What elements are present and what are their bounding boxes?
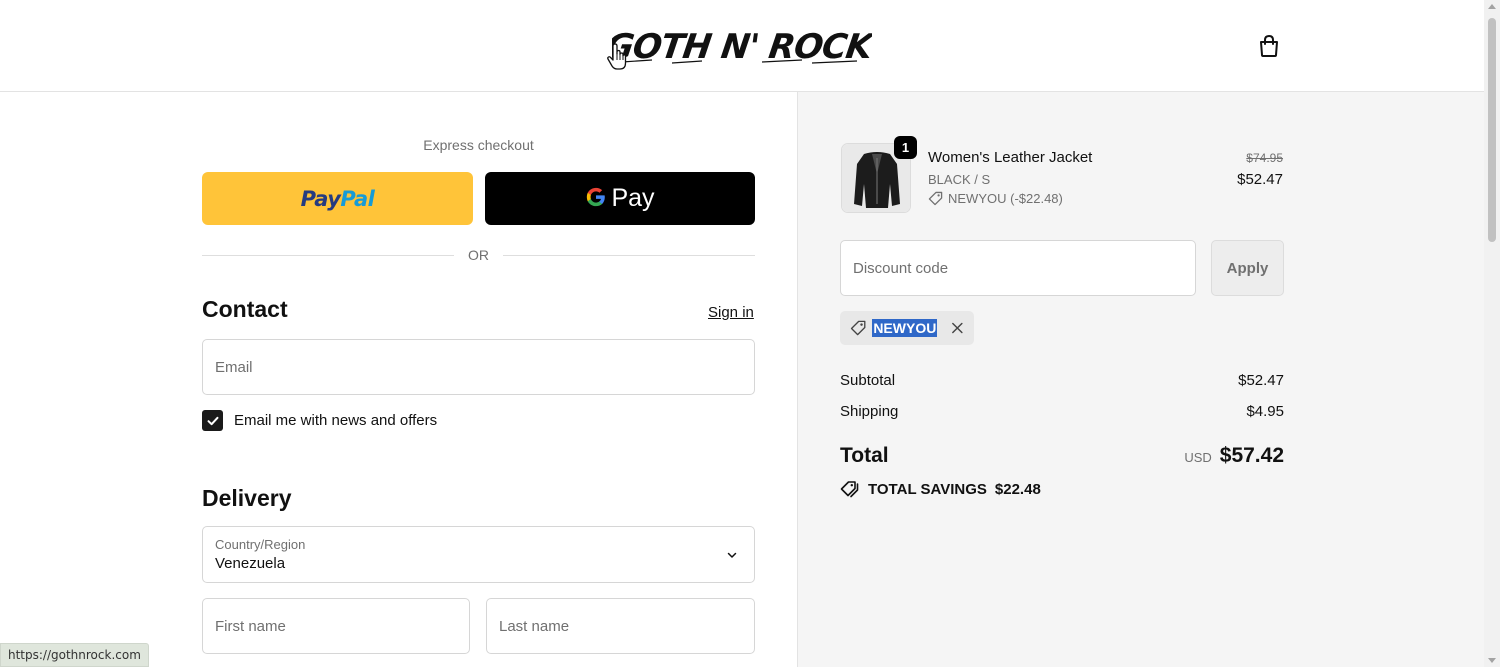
page-scrollbar[interactable] <box>1484 0 1500 667</box>
tag-icon <box>928 191 943 206</box>
product-variant: BLACK / S <box>928 172 991 187</box>
site-header: GOTH N' ROCK <box>0 0 1484 92</box>
divider-line-left <box>202 254 454 256</box>
subtotal-row: Subtotal $52.47 <box>840 372 1284 389</box>
apply-button[interactable]: Apply <box>1211 240 1284 296</box>
original-price: $74.95 <box>1246 151 1283 165</box>
or-divider: OR <box>202 245 755 265</box>
paypal-logo: PayPal <box>301 187 375 211</box>
discounted-price: $52.47 <box>1237 171 1283 188</box>
delivery-heading: Delivery <box>202 485 292 511</box>
divider-line-right <box>503 254 755 256</box>
email-field[interactable] <box>202 339 755 395</box>
country-value: Venezuela <box>215 555 286 572</box>
discount-code-input[interactable] <box>841 241 1195 295</box>
total-row: Total USD $57.42 <box>840 444 1284 468</box>
contact-heading: Contact <box>202 296 288 322</box>
paypal-logo-pay: Pay <box>300 186 341 211</box>
order-summary: 1 Women's Leather Jacket BLACK / S NEWYO… <box>797 92 1484 667</box>
total-amount: USD $57.42 <box>1184 444 1284 468</box>
checkmark-icon <box>207 416 218 425</box>
or-label: OR <box>468 247 489 263</box>
status-bar-url: https://gothnrock.com <box>0 643 149 667</box>
scroll-down-arrow-icon[interactable] <box>1488 658 1496 663</box>
quantity-badge: 1 <box>894 136 917 159</box>
paypal-button[interactable]: PayPal <box>202 172 473 225</box>
first-name-field[interactable] <box>202 598 470 654</box>
shipping-row: Shipping $4.95 <box>840 403 1284 420</box>
product-name: Women's Leather Jacket <box>928 149 1093 166</box>
subtotal-value: $52.47 <box>1238 372 1284 389</box>
discount-code-field[interactable] <box>840 240 1196 296</box>
google-pay-label: Pay <box>611 184 655 212</box>
savings-value: $22.48 <box>994 480 1041 498</box>
sign-in-link[interactable]: Sign in <box>708 304 754 321</box>
remove-discount-icon[interactable] <box>951 321 964 335</box>
email-input[interactable] <box>203 340 754 394</box>
product-discount-text: NEWYOU (-$22.48) <box>948 191 1063 206</box>
total-label: Total <box>840 444 889 467</box>
newsletter-checkbox[interactable] <box>202 410 223 431</box>
product-discount: NEWYOU (-$22.48) <box>928 191 1063 206</box>
country-label: Country/Region <box>215 537 306 552</box>
tag-icon <box>850 320 866 336</box>
last-name-input[interactable] <box>487 599 754 653</box>
savings-label: TOTAL SAVINGS <box>868 480 987 498</box>
scrollbar-thumb[interactable] <box>1488 18 1496 242</box>
currency-code: USD <box>1184 450 1212 465</box>
hand-cursor-icon <box>606 42 628 72</box>
shopping-bag-icon[interactable] <box>1256 33 1282 59</box>
scroll-up-arrow-icon[interactable] <box>1488 4 1496 9</box>
country-select[interactable]: Country/Region Venezuela <box>202 526 755 583</box>
google-g-icon <box>585 186 607 211</box>
express-checkout-label: Express checkout <box>423 137 534 153</box>
newsletter-label: Email me with news and offers <box>234 412 438 429</box>
goth-n-rock-logo[interactable]: GOTH N' ROCK <box>603 24 877 68</box>
chevron-down-icon <box>727 552 737 558</box>
newsletter-option[interactable]: Email me with news and offers <box>202 410 437 431</box>
shipping-label: Shipping <box>840 403 899 420</box>
google-pay-button[interactable]: Pay <box>485 172 755 225</box>
svg-text:GOTH N' ROCK: GOTH N' ROCK <box>612 27 872 67</box>
applied-discount-chip: NEWYOU <box>840 311 974 345</box>
shipping-value: $4.95 <box>1246 403 1284 420</box>
total-savings: TOTAL SAVINGS $22.48 <box>840 480 1041 498</box>
last-name-field[interactable] <box>486 598 755 654</box>
total-value: $57.42 <box>1219 444 1284 467</box>
applied-discount-code: NEWYOU <box>872 319 938 337</box>
paypal-logo-pal: Pal <box>340 186 375 211</box>
first-name-input[interactable] <box>203 599 469 653</box>
tags-icon <box>840 481 859 498</box>
checkout-form: Express checkout PayPal Pay OR Contact S… <box>0 92 797 667</box>
subtotal-label: Subtotal <box>840 372 896 389</box>
